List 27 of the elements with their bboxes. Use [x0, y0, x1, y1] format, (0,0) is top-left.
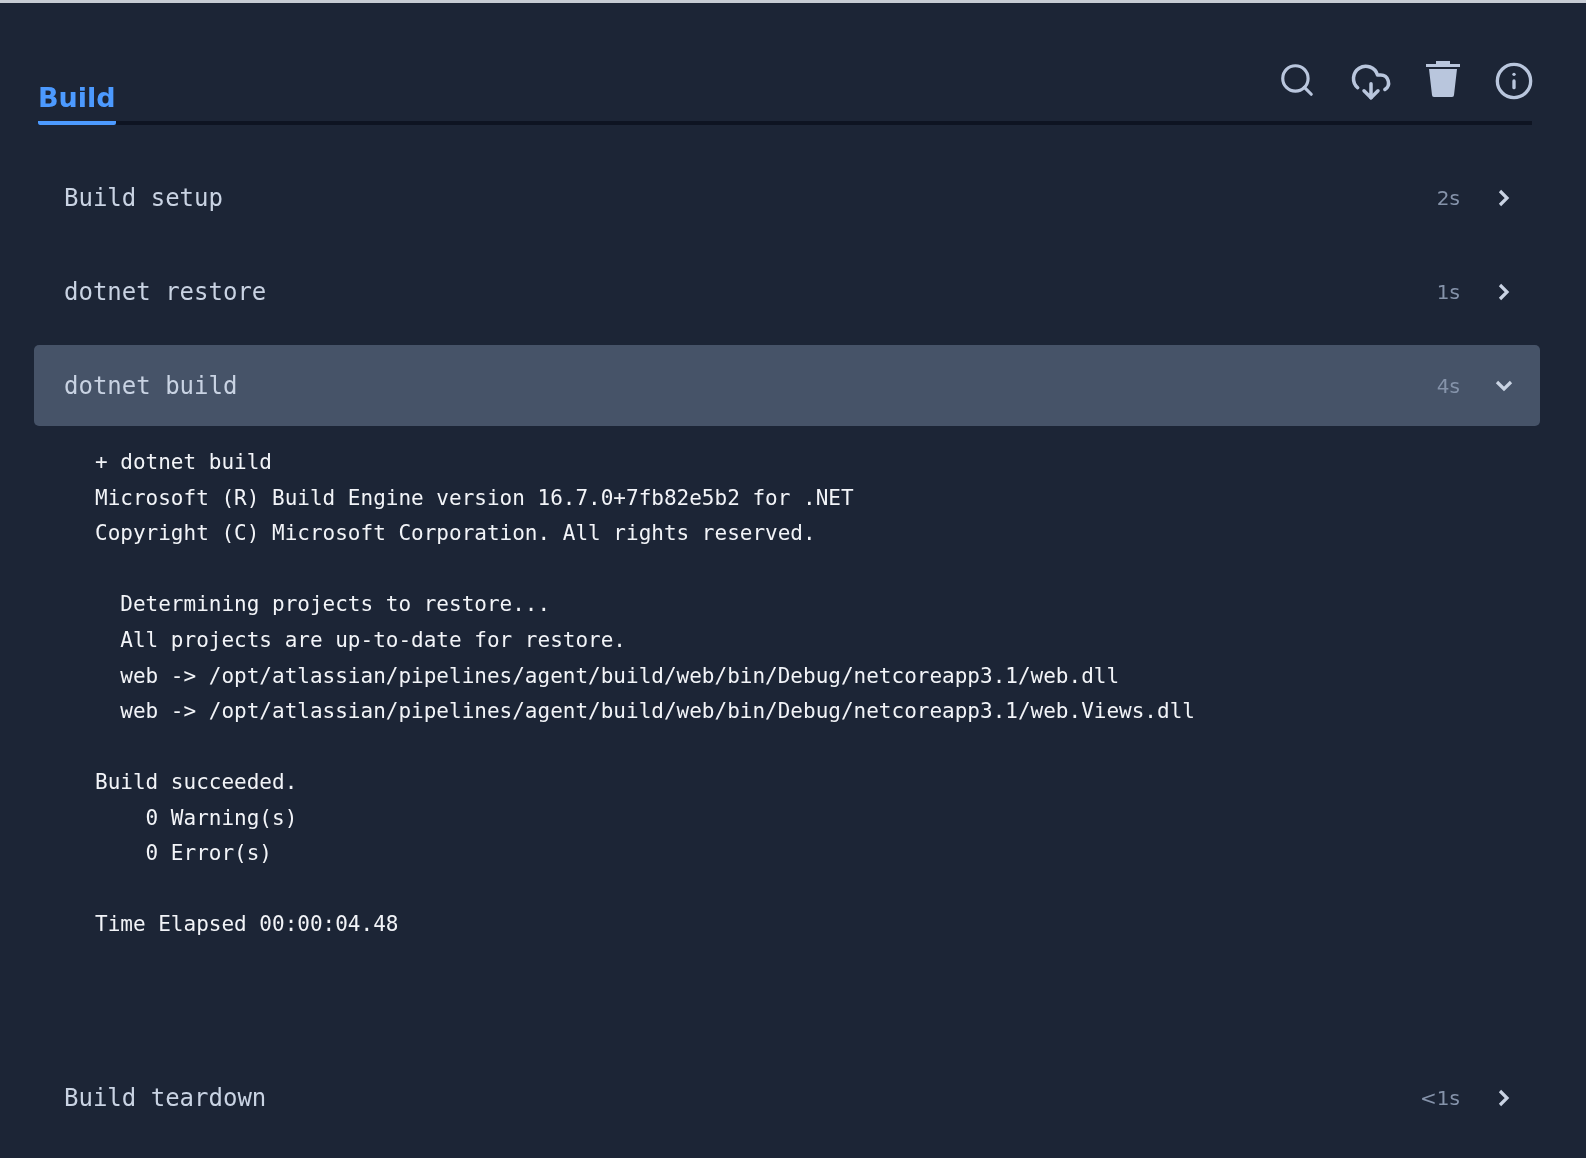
step-duration: 2s — [1436, 185, 1460, 210]
step-row[interactable]: dotnet restore 1s — [34, 251, 1540, 332]
step-row[interactable]: Build setup 2s — [34, 157, 1540, 238]
log-line: + dotnet build — [95, 449, 273, 476]
step-row[interactable]: dotnet build 4s — [34, 345, 1540, 426]
trash-icon — [1426, 61, 1460, 97]
log-line: Microsoft (R) Build Engine version 16.7.0+7fb82e5b2 for .NET — [95, 484, 855, 512]
log-line: web -> /opt/atlassian/pipelines/agent/build/web/bin/Debug/netcoreapp3.1/web.dll — [119, 662, 1121, 690]
log-line: All projects are up-to-date for restore. — [119, 626, 627, 654]
log-line: Time Elapsed 00:00:04.48 — [95, 911, 400, 939]
info-icon — [1494, 61, 1534, 101]
step-name: Build setup — [64, 183, 224, 212]
log-line: Build succeeded. — [95, 768, 299, 796]
build-tab[interactable]: Build — [38, 76, 116, 125]
step-row[interactable]: Build teardown <1s — [34, 1057, 1540, 1139]
step-duration: 1s — [1436, 279, 1460, 304]
step-name: Build teardown — [64, 1084, 268, 1113]
step-duration: <1s — [1420, 1086, 1460, 1111]
log-line: 0 Error(s) — [144, 840, 273, 868]
log-line: Copyright (C) Microsoft Corporation. All rights reserved. — [95, 520, 817, 548]
log-line: 0 Warning(s) — [144, 804, 299, 832]
step-name: dotnet build — [64, 371, 239, 400]
step-name: dotnet restore — [64, 277, 268, 306]
log-line: Determining projects to restore... — [119, 591, 552, 619]
search-icon — [1278, 61, 1316, 99]
step-duration: 4s — [1436, 373, 1460, 398]
log-line: web -> /opt/atlassian/pipelines/agent/build/web/bin/Debug/netcoreapp3.1/web.Views.dll — [119, 698, 1196, 726]
